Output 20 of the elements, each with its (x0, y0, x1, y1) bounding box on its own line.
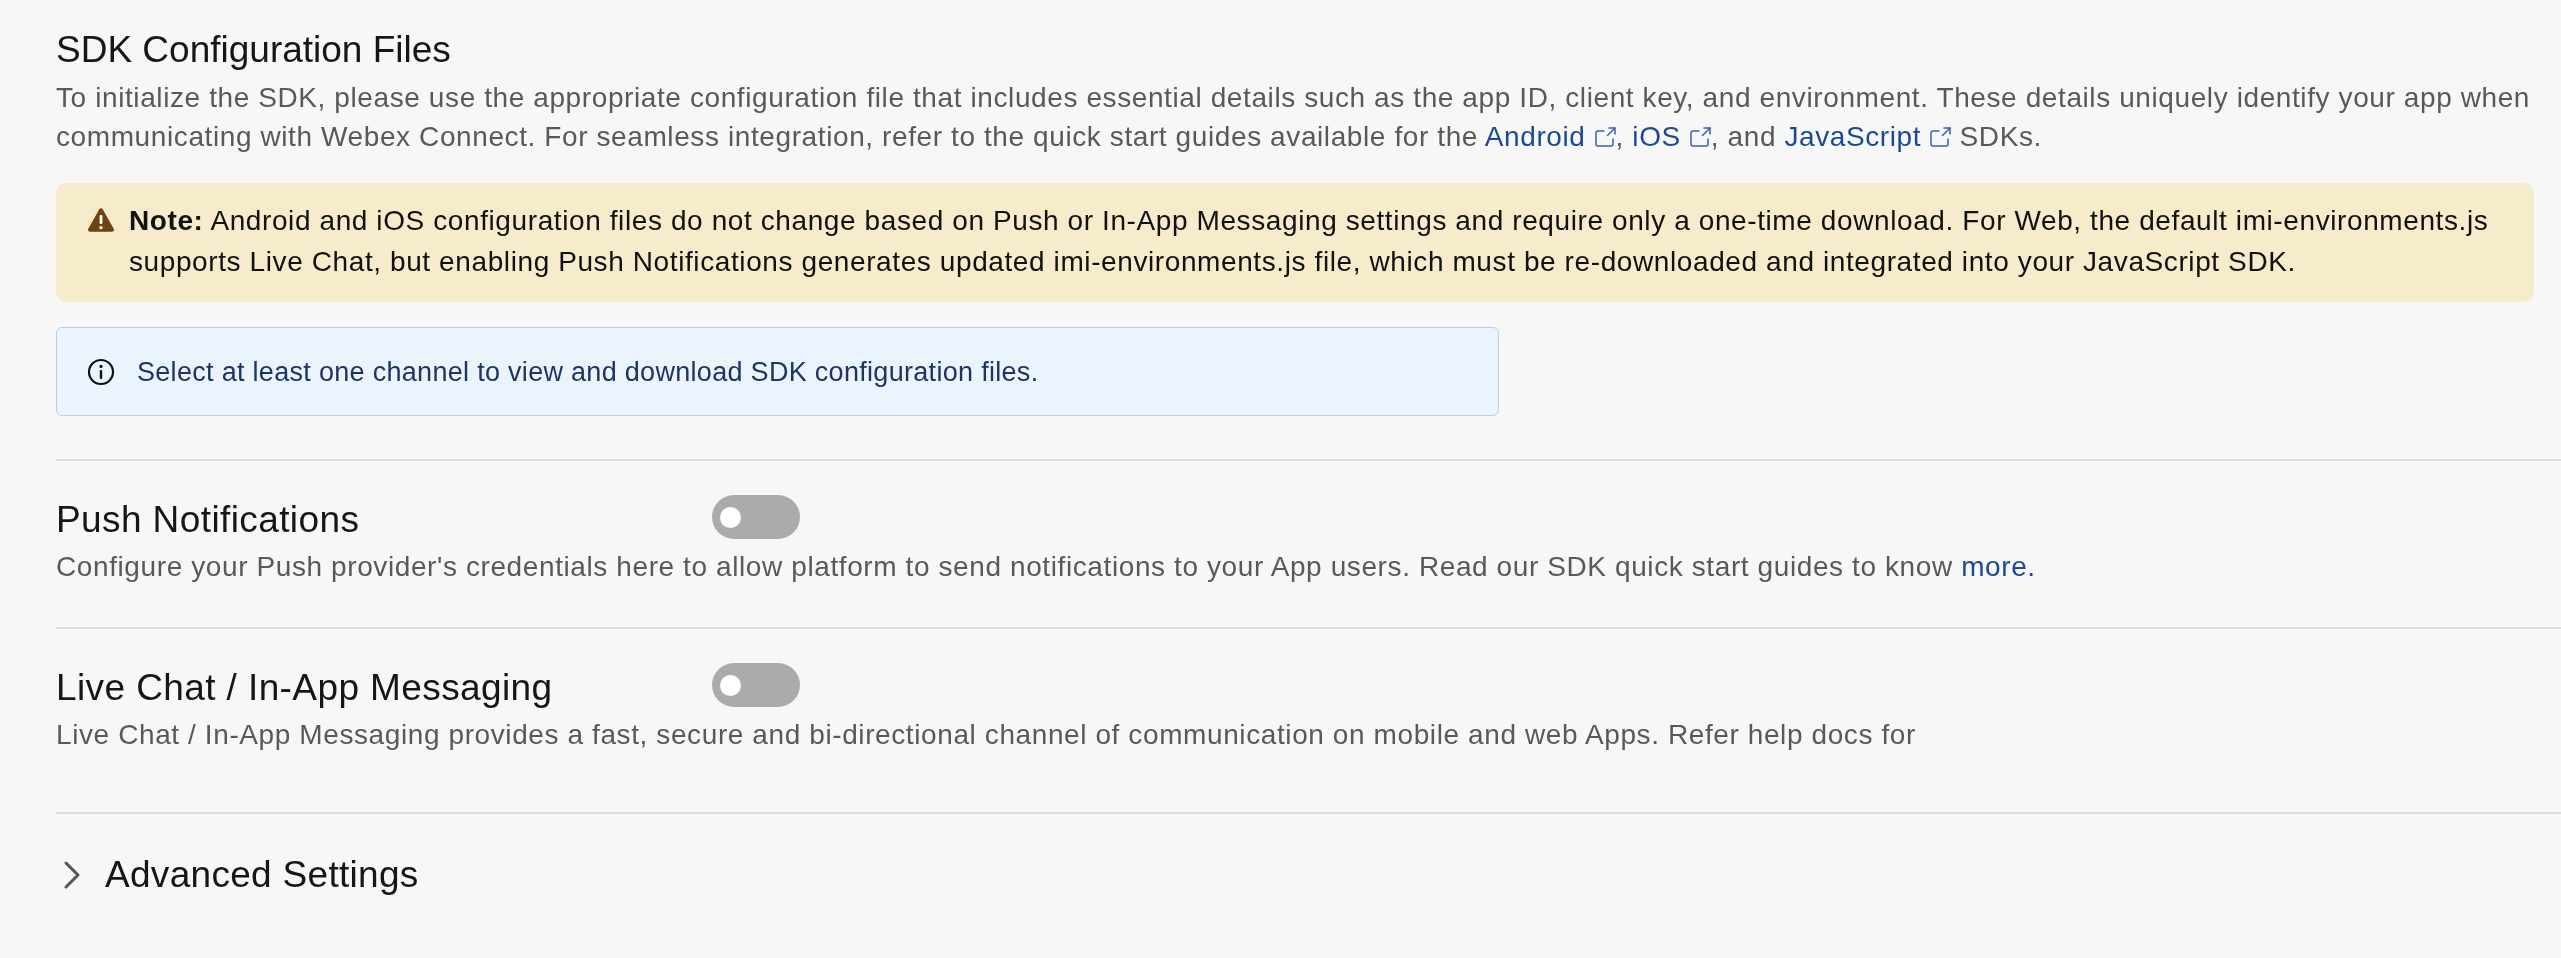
external-link-icon (1930, 127, 1952, 147)
channel-title: Push Notifications (56, 498, 361, 542)
external-link[interactable]: iOS (1632, 121, 1711, 152)
channel-description: Live Chat / In-App Messaging provides a fast, secure and bi-directional channel of communication on mobile and web Apps. Refer help docs for (56, 718, 1917, 752)
external-link-icon (1689, 127, 1711, 147)
advanced-settings-toggle[interactable]: Advanced Settings (56, 853, 419, 897)
note-text: Note: Android and iOS configuration files do not change based on Push or In-App Messaging settings and require only a one-time download. For Web, the default imi-environments.js supports Live Chat, but enabling Push Notifications generates updated imi-environments.js file, which must be re-downloaded and integrated into your JavaScript SDK. (129, 204, 2490, 279)
channel-title: Live Chat / In-App Messaging (56, 666, 554, 710)
external-link[interactable]: JavaScript (1784, 121, 1952, 152)
external-link-icon (1594, 127, 1616, 147)
warning-icon (87, 207, 115, 233)
toggle-switch[interactable] (712, 663, 800, 707)
info-text: Select at least one channel to view and download SDK configuration files. (137, 355, 1039, 389)
channel-description: Configure your Push provider's credentials here to allow platform to send notifications to your App users. Read our SDK quick start guides to know more. (56, 550, 2037, 584)
section-description: To initialize the SDK, please use the appropriate configuration file that includes essential details such as the app ID, client key, and environment. These details uniquely identify your app when communicating with Webex Connect. For seamless integration, refer to the quick start guides available for the Android , iOS , and JavaScript SDKs. (56, 81, 2532, 154)
section-title: SDK Configuration Files (56, 28, 452, 72)
toggle-switch[interactable] (712, 495, 800, 539)
external-link[interactable]: Android (1484, 121, 1616, 152)
info-icon (87, 357, 115, 386)
text-link[interactable]: more. (1961, 551, 2036, 582)
